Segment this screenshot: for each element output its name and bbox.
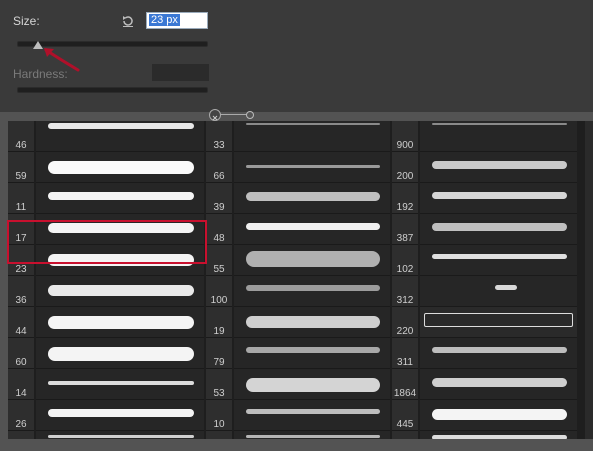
preset-79[interactable]: 79 — [206, 338, 390, 369]
preset-1864[interactable]: 1864 — [392, 369, 577, 400]
preset-200[interactable]: 200 — [392, 152, 577, 183]
divider — [0, 112, 593, 120]
preset-66[interactable]: 66 — [206, 152, 390, 183]
preset-48[interactable]: 48 — [206, 214, 390, 245]
brush-preset-grid: 46 59 11 17 23 36 44 60 14 26 33 66 39 4… — [8, 121, 585, 439]
hardness-slider-track[interactable] — [17, 87, 208, 93]
preset-column-2: 33 66 39 48 55 100 19 79 53 10 — [206, 121, 390, 439]
preset-900[interactable]: 900 — [392, 121, 577, 152]
scrollbar[interactable] — [585, 121, 593, 439]
resize-handle-end-icon[interactable] — [246, 111, 254, 119]
preset-33[interactable]: 33 — [206, 121, 390, 152]
resize-handle-line — [220, 114, 248, 115]
preset-220[interactable]: 220 — [392, 307, 577, 338]
preset-row-11[interactable] — [8, 431, 204, 439]
resize-handle-icon[interactable] — [209, 109, 221, 121]
preset-column-1: 46 59 11 17 23 36 44 60 14 26 — [8, 121, 204, 439]
preset-46[interactable]: 46 — [8, 121, 204, 152]
size-label: Size: — [13, 14, 40, 28]
preset-44[interactable]: 44 — [8, 307, 204, 338]
selected-preset-highlight — [7, 220, 207, 264]
preset-445[interactable]: 445 — [392, 400, 577, 431]
preset-387[interactable]: 387 — [392, 214, 577, 245]
preset-26[interactable]: 26 — [8, 400, 204, 431]
brush-preset-panel: Size: 23 px Hardness: 46 59 11 17 23 36 … — [0, 0, 593, 451]
preset-100[interactable]: 100 — [206, 276, 390, 307]
preset-19[interactable]: 19 — [206, 307, 390, 338]
preset-10[interactable]: 10 — [206, 400, 390, 431]
preset-59[interactable]: 59 — [8, 152, 204, 183]
hardness-input[interactable] — [152, 64, 209, 81]
preset-60[interactable]: 60 — [8, 338, 204, 369]
preset-311[interactable]: 311 — [392, 338, 577, 369]
hardness-label: Hardness: — [13, 67, 68, 81]
reset-size-icon[interactable] — [121, 14, 135, 28]
preset-14[interactable]: 14 — [8, 369, 204, 400]
preset-column-3: 900 200 192 387 102 312 220 311 1864 445 — [392, 121, 577, 439]
preset-row-11c[interactable] — [392, 431, 577, 439]
size-input[interactable]: 23 px — [146, 12, 208, 29]
preset-row-11b[interactable] — [206, 431, 390, 439]
preset-102[interactable]: 102 — [392, 245, 577, 276]
preset-11[interactable]: 11 — [8, 183, 204, 214]
brush-settings-bar: Size: 23 px Hardness: — [0, 0, 593, 112]
preset-192[interactable]: 192 — [392, 183, 577, 214]
preset-55[interactable]: 55 — [206, 245, 390, 276]
size-value: 23 px — [149, 14, 180, 26]
preset-53[interactable]: 53 — [206, 369, 390, 400]
preset-36[interactable]: 36 — [8, 276, 204, 307]
preset-39[interactable]: 39 — [206, 183, 390, 214]
preset-312[interactable]: 312 — [392, 276, 577, 307]
